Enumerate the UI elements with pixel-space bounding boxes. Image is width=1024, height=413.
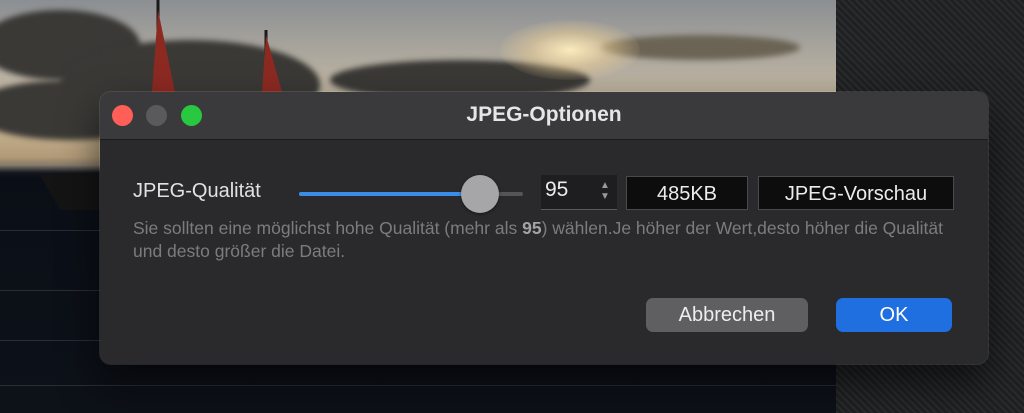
quality-slider-knob[interactable]: [461, 175, 499, 213]
stepper-arrows-icon[interactable]: ▲ ▼: [598, 180, 612, 202]
quality-hint-text: Sie sollten eine möglichst hohe Qualität…: [133, 217, 953, 263]
dialog-titlebar: JPEG-Optionen: [100, 92, 988, 140]
quality-label: JPEG-Qualität: [133, 180, 261, 202]
quality-stepper[interactable]: 95 ▲ ▼: [541, 175, 617, 210]
hint-text-start: Sie sollten eine möglichst hohe Qualität…: [133, 218, 523, 238]
jpeg-preview-button[interactable]: JPEG-Vorschau: [758, 176, 954, 210]
jpeg-options-dialog: JPEG-Optionen JPEG-Qualität 95 ▲ ▼ 485KB …: [100, 92, 988, 364]
file-size-display: 485KB: [626, 176, 748, 210]
dialog-title: JPEG-Optionen: [466, 103, 622, 126]
quality-value[interactable]: 95: [545, 178, 568, 202]
ok-button[interactable]: OK: [836, 298, 952, 332]
quality-slider-fill: [299, 192, 480, 196]
sea-reflection: [0, 385, 836, 386]
hint-emphasis: 95: [522, 218, 542, 238]
cancel-button[interactable]: Abbrechen: [646, 298, 808, 332]
sun-glow: [500, 20, 640, 80]
